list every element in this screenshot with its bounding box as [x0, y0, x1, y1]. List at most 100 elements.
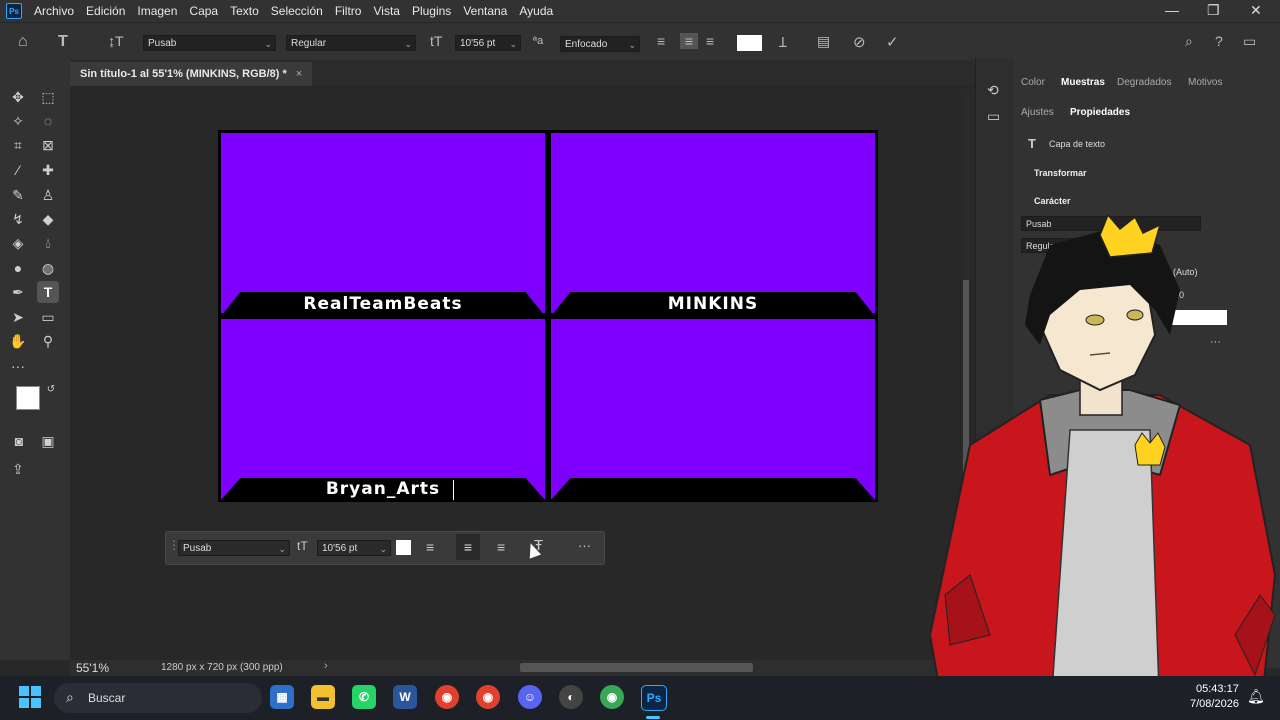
blur-tool-icon[interactable]: 💧︎ — [37, 232, 59, 254]
align-left-icon[interactable]: ≡ — [657, 33, 665, 49]
paint-bucket-tool-icon[interactable]: ◈ — [7, 232, 29, 254]
document-tab[interactable]: Sin título-1 al 55'1% (MINKINS, RGB/8) *… — [70, 62, 313, 86]
zoom-level[interactable]: 55'1% — [76, 661, 109, 675]
quick-mask-icon[interactable]: ◙ — [8, 430, 30, 452]
search-icon[interactable]: ⌕ — [1185, 33, 1193, 50]
text-color-swatch[interactable] — [737, 35, 762, 51]
float-size-select[interactable]: 10'56 pt ⌄ — [317, 540, 391, 556]
menu-imagen[interactable]: Imagen — [137, 4, 177, 18]
menu-capa[interactable]: Capa — [189, 4, 218, 18]
float-font-select[interactable]: Pusab ⌄ — [178, 540, 290, 556]
menu-ventana[interactable]: Ventana — [463, 4, 507, 18]
tab-ajustes[interactable]: Ajustes — [1021, 107, 1054, 118]
hand-tool-icon[interactable]: ✋ — [7, 330, 29, 352]
menu-edicion[interactable]: Edición — [86, 4, 125, 18]
dodge-tool-icon[interactable]: ● — [7, 257, 29, 279]
menu-ayuda[interactable]: Ayuda — [519, 4, 553, 18]
align-left-icon[interactable]: ≡ — [426, 539, 434, 555]
notification-bell-icon[interactable]: 🔔︎ — [1247, 688, 1265, 705]
home-icon[interactable]: ⌂ — [18, 33, 28, 51]
pen-tool-icon[interactable]: ✒ — [7, 281, 29, 303]
character-panel-icon[interactable]: ▤ — [817, 33, 830, 50]
font-family-select[interactable]: Pusab ⌄ — [143, 35, 276, 51]
obs-icon[interactable]: ◐ — [559, 685, 583, 709]
tab-motivos[interactable]: Motivos — [1188, 77, 1222, 88]
font-style-select[interactable]: Regular ⌄ — [286, 35, 416, 51]
document-info[interactable]: 1280 px x 720 px (300 ppp) — [161, 662, 283, 673]
windows-start-icon[interactable] — [19, 686, 41, 708]
burn-tool-icon[interactable]: ◍ — [37, 257, 59, 279]
discord-icon[interactable]: ☺ — [518, 685, 542, 709]
brush-tool-icon[interactable]: ✎ — [7, 184, 29, 206]
close-tab-icon[interactable]: × — [296, 68, 302, 80]
horizontal-scrollbar-thumb[interactable] — [520, 663, 753, 672]
label-realteambeats[interactable]: RealTeamBeats — [221, 294, 545, 314]
cancel-icon[interactable]: ⊘ — [853, 33, 866, 51]
stamp-tool-icon[interactable]: ♙ — [37, 184, 59, 206]
object-select-tool-icon[interactable]: ✧ — [7, 110, 29, 132]
history-panel-icon[interactable]: ⟲ — [987, 82, 999, 99]
label-minkins[interactable]: MINKINS — [551, 294, 875, 314]
type-tool-icon[interactable]: T — [37, 281, 59, 303]
path-select-tool-icon[interactable]: ➤ — [7, 306, 29, 328]
file-explorer-icon[interactable]: ▬ — [311, 685, 335, 709]
text-orientation-icon[interactable]: ↨T — [108, 33, 124, 49]
calculator-icon[interactable]: ▦ — [270, 685, 294, 709]
word-icon[interactable]: W — [393, 685, 417, 709]
tab-degradados[interactable]: Degradados — [1117, 77, 1171, 88]
share-icon[interactable]: ⇪ — [7, 458, 29, 480]
menu-plugins[interactable]: Plugins — [412, 4, 451, 18]
align-center-icon[interactable]: ≡ — [456, 534, 480, 560]
minimize-button[interactable]: — — [1165, 2, 1179, 18]
chrome-alt-icon[interactable]: ◉ — [600, 685, 624, 709]
menu-seleccion[interactable]: Selección — [271, 4, 323, 18]
help-icon[interactable]: ? — [1215, 33, 1223, 49]
tab-muestras[interactable]: Muestras — [1061, 77, 1105, 88]
transform-section[interactable]: Transformar — [1034, 168, 1087, 178]
eraser-tool-icon[interactable]: ◆ — [37, 208, 59, 230]
chrome-icon[interactable]: ◉ — [435, 685, 459, 709]
screen-mode-icon[interactable]: ▣ — [37, 430, 59, 452]
whatsapp-icon[interactable]: ✆ — [352, 685, 376, 709]
marquee-tool-icon[interactable]: ⬚ — [37, 86, 59, 108]
text-tool-icon[interactable]: T — [58, 33, 68, 51]
menu-vista[interactable]: Vista — [373, 4, 399, 18]
workspace-icon[interactable]: ▭ — [1243, 33, 1256, 50]
chrome-profile-icon[interactable]: ◉ — [476, 685, 500, 709]
commit-icon[interactable]: ✓ — [886, 33, 899, 51]
float-color-swatch[interactable] — [396, 540, 411, 555]
swap-colors-icon[interactable]: ↺ — [40, 379, 62, 401]
character-section[interactable]: Carácter — [1034, 196, 1071, 206]
eyedropper-tool-icon[interactable]: ⁄ — [7, 159, 29, 181]
align-right-icon[interactable]: ≡ — [497, 539, 505, 555]
artboard[interactable]: RealTeamBeats MINKINS Bryan_Arts — [218, 130, 878, 502]
tab-color[interactable]: Color — [1021, 77, 1045, 88]
clock-date[interactable]: 7/08/2026 — [1190, 698, 1239, 710]
chevron-right-icon[interactable]: › — [324, 660, 328, 672]
clock-time[interactable]: 05:43:17 — [1196, 683, 1239, 695]
restore-button[interactable]: ❐ — [1207, 2, 1220, 19]
rectangle-tool-icon[interactable]: ▭ — [37, 306, 59, 328]
more-tools-icon[interactable]: ··· — [7, 355, 29, 377]
history-brush-tool-icon[interactable]: ↯ — [7, 208, 29, 230]
taskbar-search[interactable]: ⌕ Buscar — [54, 683, 262, 713]
zoom-tool-icon[interactable]: ⚲ — [37, 330, 59, 352]
warp-text-icon[interactable]: Ʇ — [779, 33, 787, 52]
tab-propiedades[interactable]: Propiedades — [1070, 107, 1130, 118]
label-bryan-arts[interactable]: Bryan_Arts — [221, 479, 545, 499]
foreground-color-swatch[interactable] — [16, 386, 40, 410]
crop-tool-icon[interactable]: ⌗ — [7, 134, 29, 156]
menu-filtro[interactable]: Filtro — [335, 4, 362, 18]
close-button[interactable]: ✕ — [1250, 2, 1262, 19]
font-size-select[interactable]: 10'56 pt ⌄ — [455, 35, 521, 51]
move-tool-icon[interactable]: ✥ — [7, 86, 29, 108]
more-options-icon[interactable]: ··· — [578, 538, 591, 553]
photoshop-taskbar-icon[interactable]: Ps — [641, 685, 667, 711]
frame-tool-icon[interactable]: ⊠ — [37, 134, 59, 156]
lasso-tool-icon[interactable]: ◌ — [37, 110, 59, 132]
align-center-icon[interactable]: ≡ — [680, 33, 698, 49]
comments-panel-icon[interactable]: ▭ — [987, 108, 1000, 125]
menu-archivo[interactable]: Archivo — [34, 4, 74, 18]
align-right-icon[interactable]: ≡ — [706, 33, 714, 49]
menu-texto[interactable]: Texto — [230, 4, 259, 18]
